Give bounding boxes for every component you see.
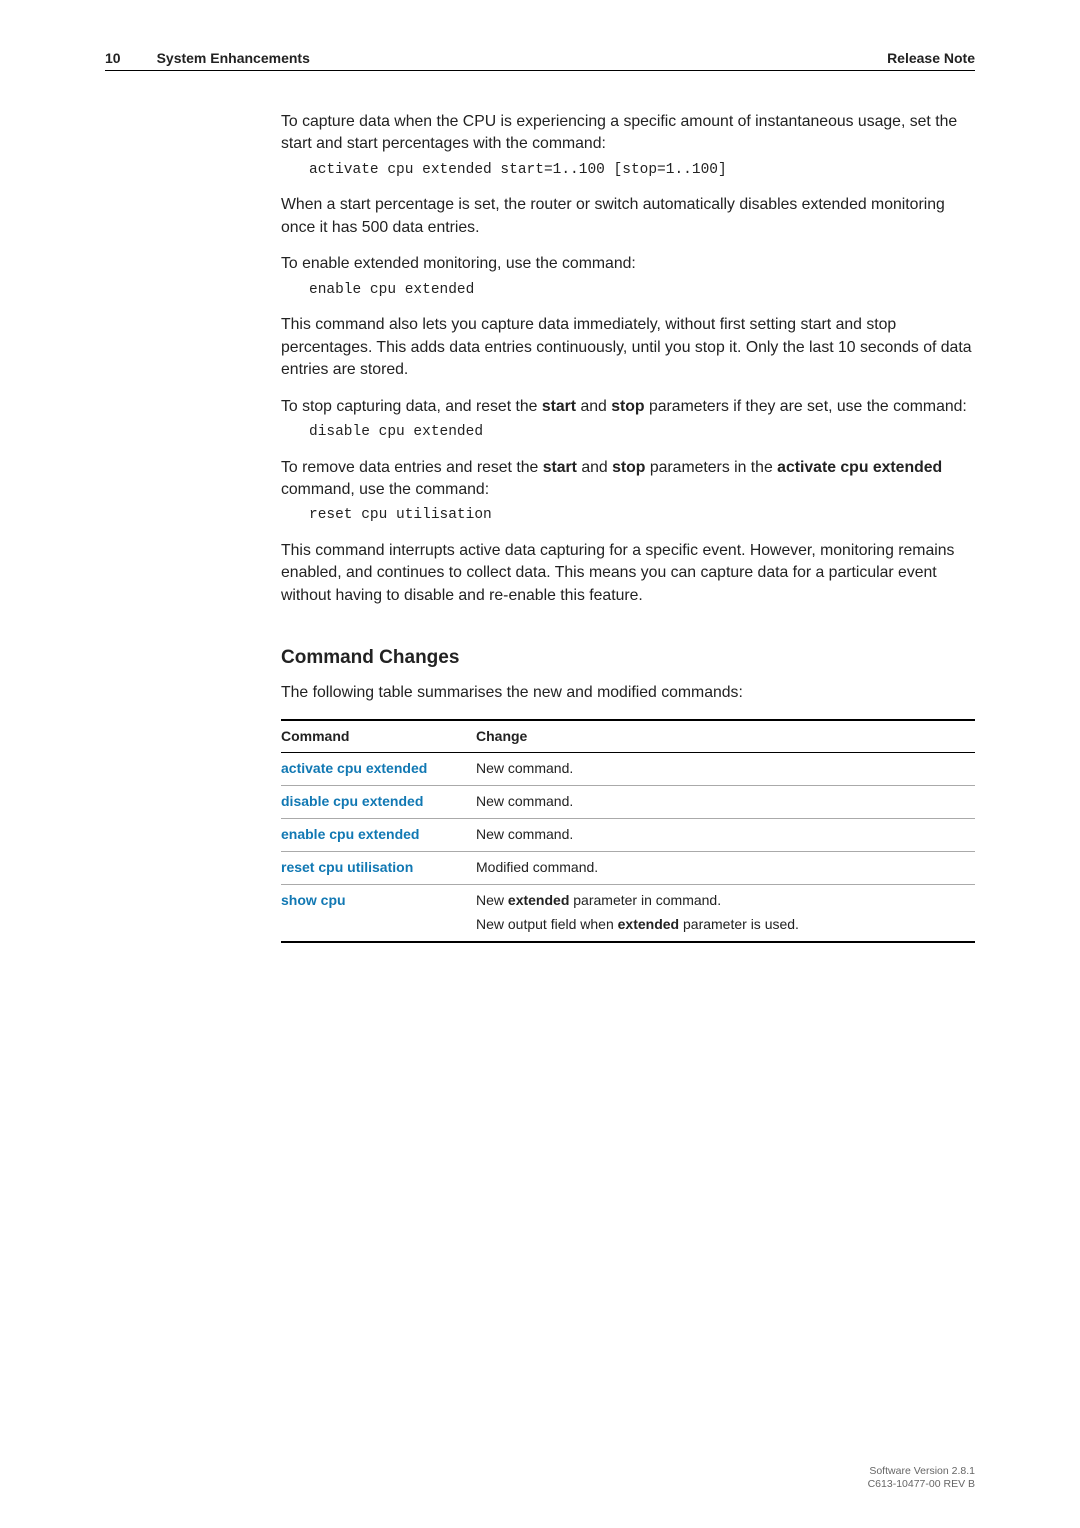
- command-link[interactable]: reset cpu utilisation: [281, 859, 413, 875]
- text-run: command, use the command:: [281, 481, 489, 498]
- text-run: New command.: [476, 760, 573, 776]
- text-run: and: [577, 459, 612, 476]
- header-left: 10 System Enhancements: [105, 50, 310, 66]
- emphasis: extended: [618, 916, 679, 932]
- table-header-row: Command Change: [281, 720, 975, 753]
- code-block: disable cpu extended: [309, 422, 975, 443]
- command-link[interactable]: show cpu: [281, 892, 346, 908]
- code-block: reset cpu utilisation: [309, 505, 975, 526]
- emphasis: start: [543, 459, 577, 476]
- content-body: To capture data when the CPU is experien…: [281, 111, 975, 943]
- command-link[interactable]: activate cpu extended: [281, 760, 427, 776]
- text-run: New command.: [476, 826, 573, 842]
- text-run: New output field when: [476, 916, 618, 932]
- text-run: parameters in the: [645, 459, 777, 476]
- emphasis: stop: [611, 398, 644, 415]
- page-header: 10 System Enhancements Release Note: [105, 50, 975, 71]
- text-run: New: [476, 892, 508, 908]
- text-run: parameters if they are set, use the comm…: [645, 398, 967, 415]
- text-run: To stop capturing data, and reset the: [281, 398, 542, 415]
- paragraph: This command also lets you capture data …: [281, 314, 975, 381]
- table-row: show cpu New extended parameter in comma…: [281, 884, 975, 941]
- th-command: Command: [281, 720, 476, 753]
- table-row: reset cpu utilisation Modified command.: [281, 852, 975, 885]
- section-title: System Enhancements: [157, 50, 310, 66]
- footer-docid: C613-10477-00 REV B: [868, 1478, 975, 1492]
- text-run: and: [576, 398, 611, 415]
- th-change: Change: [476, 720, 975, 753]
- emphasis: extended: [508, 892, 569, 908]
- paragraph: To capture data when the CPU is experien…: [281, 111, 975, 156]
- footer-version: Software Version 2.8.1: [868, 1465, 975, 1479]
- page-container: 10 System Enhancements Release Note To c…: [0, 0, 1080, 1528]
- text-run: To remove data entries and reset the: [281, 459, 543, 476]
- page-number: 10: [105, 50, 121, 66]
- doc-type: Release Note: [887, 50, 975, 66]
- change-cell: New extended parameter in command. New o…: [476, 884, 975, 941]
- paragraph: To remove data entries and reset the sta…: [281, 457, 975, 502]
- text-run: Modified command.: [476, 859, 598, 875]
- emphasis: activate cpu extended: [777, 459, 942, 476]
- command-link[interactable]: disable cpu extended: [281, 793, 423, 809]
- paragraph: This command interrupts active data capt…: [281, 540, 975, 607]
- command-link[interactable]: enable cpu extended: [281, 826, 419, 842]
- paragraph: The following table summarises the new a…: [281, 682, 975, 704]
- code-block: activate cpu extended start=1..100 [stop…: [309, 160, 975, 181]
- emphasis: stop: [612, 459, 645, 476]
- change-cell: New command.: [476, 786, 975, 819]
- table-row: activate cpu extended New command.: [281, 753, 975, 786]
- paragraph: To enable extended monitoring, use the c…: [281, 253, 975, 275]
- change-cell: New command.: [476, 819, 975, 852]
- text-run: parameter in command.: [569, 892, 721, 908]
- text-run: New command.: [476, 793, 573, 809]
- command-table: Command Change activate cpu extended New…: [281, 719, 975, 943]
- change-cell: New command.: [476, 753, 975, 786]
- text-run: parameter is used.: [679, 916, 799, 932]
- section-heading: Command Changes: [281, 645, 975, 672]
- table-row: enable cpu extended New command.: [281, 819, 975, 852]
- paragraph: To stop capturing data, and reset the st…: [281, 396, 975, 418]
- emphasis: start: [542, 398, 576, 415]
- table-row: disable cpu extended New command.: [281, 786, 975, 819]
- change-cell: Modified command.: [476, 852, 975, 885]
- page-footer: Software Version 2.8.1 C613-10477-00 REV…: [868, 1465, 975, 1492]
- paragraph: When a start percentage is set, the rout…: [281, 194, 975, 239]
- code-block: enable cpu extended: [309, 280, 975, 301]
